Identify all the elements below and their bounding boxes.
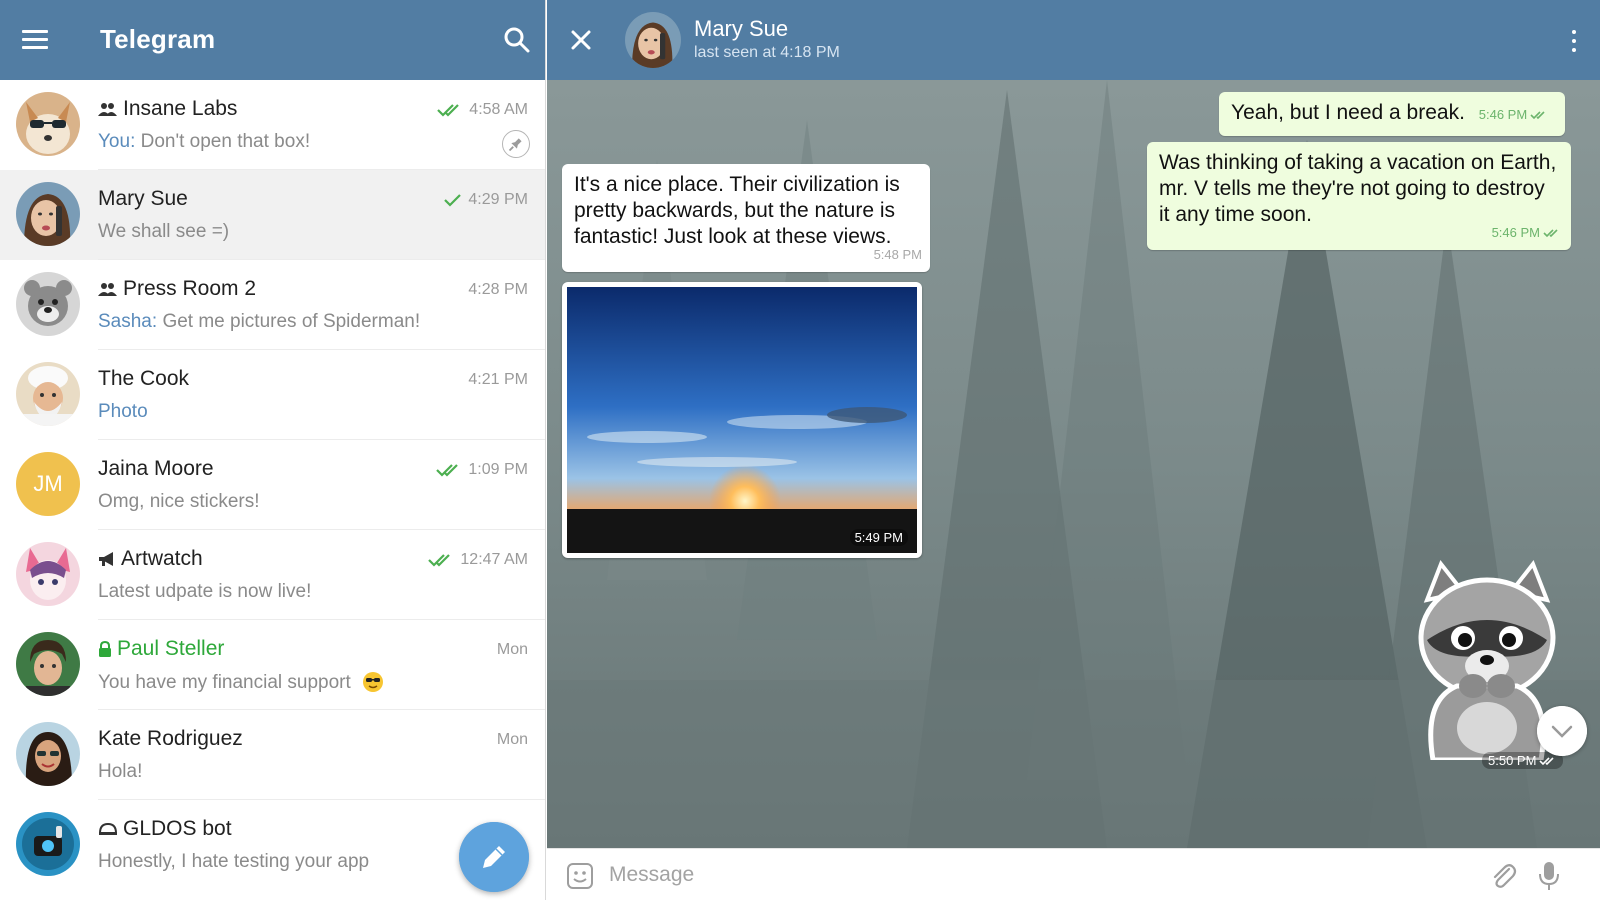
double-check-icon <box>428 554 451 567</box>
group-icon <box>98 283 117 296</box>
chat-preview: Latest udpate is now live! <box>98 581 312 602</box>
hamburger-icon[interactable] <box>22 30 48 50</box>
contact-status: last seen at 4:18 PM <box>694 44 840 61</box>
double-check-icon <box>436 464 459 477</box>
contact-name[interactable]: Mary Sue <box>694 16 788 42</box>
group-icon <box>98 103 117 116</box>
chat-time: Mon <box>496 731 528 748</box>
chat-name: GLDOS bot <box>98 817 232 841</box>
chat-name: Insane Labs <box>98 97 237 121</box>
message-time: 5:46 PM <box>1492 220 1561 246</box>
chat-name: Artwatch <box>98 547 203 571</box>
message-time: 5:50 PM <box>1482 752 1564 769</box>
chat-preview: We shall see =) <box>98 221 230 242</box>
avatar <box>16 632 80 696</box>
bot-icon <box>98 822 118 835</box>
scroll-down-button[interactable] <box>1537 706 1587 756</box>
chat-time: Mon <box>496 641 528 658</box>
chat-list: Insane Labs You: Don't open that box! 4:… <box>0 80 545 900</box>
conversation-panel: Mary Sue last seen at 4:18 PM Yeah, but … <box>547 0 1600 900</box>
compose-button[interactable] <box>459 822 529 892</box>
message-time: 5:46 PM <box>1479 102 1548 128</box>
chat-preview: You have my financial support <box>98 671 384 694</box>
double-check-icon <box>1543 229 1558 238</box>
sunset-photo <box>567 287 917 553</box>
chat-list-panel: Telegram Insane Labs You: Don't open tha… <box>0 0 546 900</box>
chat-time: 4:58 AM <box>437 101 528 119</box>
chat-item-jaina-moore[interactable]: JM Jaina Moore Omg, nice stickers! 1:09 … <box>0 440 545 530</box>
avatar <box>16 272 80 336</box>
chat-time: 4:28 PM <box>468 281 528 298</box>
chat-name: Mary Sue <box>98 187 188 210</box>
chat-item-artwatch[interactable]: Artwatch Latest udpate is now live! 12:4… <box>0 530 545 620</box>
lock-icon <box>99 641 111 657</box>
message-input[interactable] <box>609 857 1449 893</box>
avatar[interactable] <box>625 12 681 68</box>
microphone-icon[interactable] <box>1537 860 1561 892</box>
chat-time: 4:21 PM <box>468 371 528 388</box>
chat-preview: Sasha: Get me pictures of Spiderman! <box>98 311 421 332</box>
avatar <box>16 812 80 876</box>
avatar-initials: JM <box>16 452 80 516</box>
message-time: 5:48 PM <box>873 247 922 262</box>
avatar <box>16 92 80 156</box>
chat-time: 12:47 AM <box>428 551 528 569</box>
chat-preview: Photo <box>98 401 148 422</box>
paperclip-icon[interactable] <box>1489 861 1517 891</box>
chat-item-press-room-2[interactable]: Press Room 2 Sasha: Get me pictures of S… <box>0 260 545 350</box>
chat-name: Paul Steller <box>98 637 224 661</box>
message-time: 5:49 PM <box>849 529 908 546</box>
chat-name: The Cook <box>98 367 190 390</box>
chat-name: Press Room 2 <box>98 277 256 301</box>
chat-time: 4:29 PM <box>444 191 528 209</box>
sunglasses-emoji-icon <box>363 672 384 692</box>
chat-name: Jaina Moore <box>98 457 214 480</box>
pin-icon <box>502 130 530 158</box>
chat-list-header: Telegram <box>0 0 545 80</box>
app-title: Telegram <box>100 24 216 54</box>
conversation-header: Mary Sue last seen at 4:18 PM <box>547 0 1600 80</box>
avatar <box>16 722 80 786</box>
double-check-icon <box>1539 756 1554 765</box>
double-check-icon <box>437 104 460 117</box>
avatar <box>16 542 80 606</box>
chat-name: Kate Rodriguez <box>98 727 243 750</box>
chat-preview: Omg, nice stickers! <box>98 491 260 512</box>
avatar <box>16 182 80 246</box>
chat-item-insane-labs[interactable]: Insane Labs You: Don't open that box! 4:… <box>0 80 545 170</box>
message-bubble-in[interactable]: It's a nice place. Their civilization is… <box>562 164 930 272</box>
chat-time: 1:09 PM <box>436 461 528 479</box>
message-bubble-out[interactable]: Yeah, but I need a break. 5:46 PM <box>1219 92 1565 136</box>
photo-message[interactable]: 5:49 PM <box>562 282 922 558</box>
chat-preview: Hola! <box>98 761 143 782</box>
message-bubble-out[interactable]: Was thinking of taking a vacation on Ear… <box>1147 142 1571 250</box>
avatar <box>16 362 80 426</box>
smiley-icon[interactable] <box>565 861 595 891</box>
chat-preview: You: Don't open that box! <box>98 131 311 152</box>
close-icon[interactable] <box>569 28 593 52</box>
more-vertical-icon[interactable] <box>1570 28 1578 54</box>
chat-item-paul-steller[interactable]: Paul Steller You have my financial suppo… <box>0 620 545 710</box>
chat-item-mary-sue[interactable]: Mary Sue We shall see =) 4:29 PM <box>0 170 545 260</box>
chat-item-the-cook[interactable]: The Cook Photo 4:21 PM <box>0 350 545 440</box>
chat-item-kate-rodriguez[interactable]: Kate Rodriguez Hola! Mon <box>0 710 545 800</box>
check-icon <box>444 194 462 207</box>
chat-preview: Honestly, I hate testing your app <box>98 851 370 872</box>
double-check-icon <box>1530 111 1545 120</box>
search-icon[interactable] <box>503 26 531 54</box>
message-composer <box>547 848 1600 900</box>
megaphone-icon <box>99 552 113 566</box>
